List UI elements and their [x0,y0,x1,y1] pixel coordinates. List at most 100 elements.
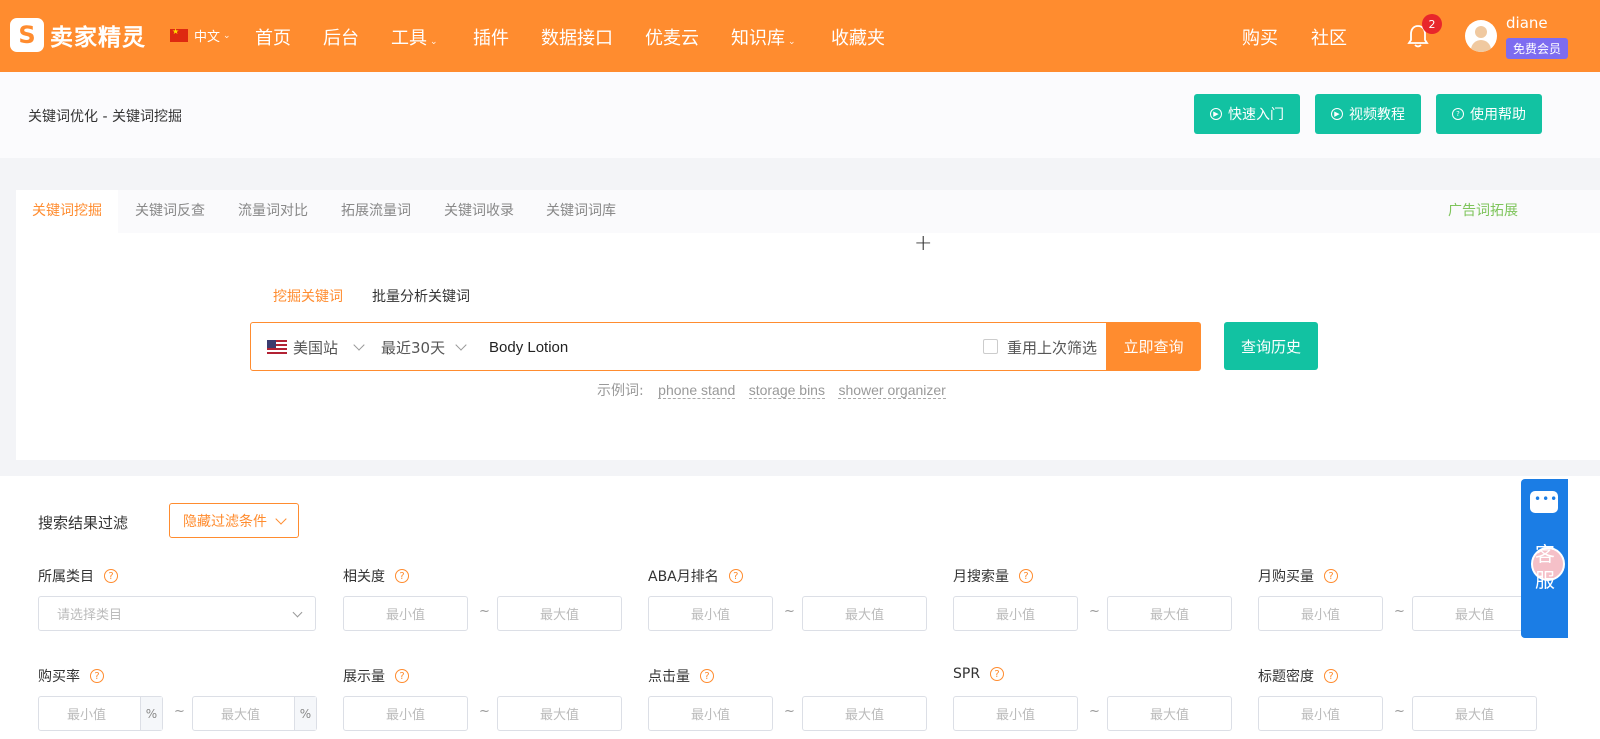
question-icon[interactable]: ? [700,669,714,683]
china-flag-icon [170,27,188,42]
nav-community[interactable]: 社区 [1311,24,1347,50]
monthly-purchase-max-input[interactable]: 最大值 [1412,596,1537,631]
filter-label-text: ABA月排名 [648,569,719,585]
relevance-min-input[interactable]: 最小值 [343,596,468,631]
help-button[interactable]: ? 使用帮助 [1436,94,1542,134]
tab-keyword-mining[interactable]: 关键词挖掘 [16,190,118,233]
nav-plugins[interactable]: 插件 [473,24,509,50]
filter-label-purchase-rate: 购买率? [38,666,104,686]
filter-label-impressions: 展示量? [343,666,409,686]
spr-min-input[interactable]: 最小值 [953,696,1078,731]
keyword-input[interactable] [489,331,969,363]
percent-suffix: % [140,697,162,730]
mode-batch-analyze[interactable]: 批量分析关键词 [372,286,470,306]
question-icon[interactable]: ? [1324,569,1338,583]
filter-label-text: 月购买量 [1258,569,1314,585]
example-keywords: 示例词: phone stand storage bins shower org… [597,380,955,400]
monthly-purchase-min-input[interactable]: 最小值 [1258,596,1383,631]
chevron-down-icon [275,512,287,525]
clicks-max-input[interactable]: 最大值 [802,696,927,731]
min-placeholder: 最小值 [67,708,107,723]
filter-label-text: 月搜索量 [953,569,1009,585]
video-tutorial-label: 视频教程 [1349,107,1405,123]
title-density-min-input[interactable]: 最小值 [1258,696,1383,731]
question-icon[interactable]: ? [90,669,104,683]
question-icon[interactable]: ? [104,569,118,583]
nav-home[interactable]: 首页 [255,24,291,50]
language-label: 中文 [194,30,221,45]
nav-knowledge[interactable]: 知识库 ⌄ [731,24,796,50]
chevron-down-icon[interactable] [353,339,365,351]
question-icon[interactable]: ? [395,569,409,583]
play-icon: ▶ [1331,108,1343,120]
crosshair-cursor-icon: + [914,231,933,256]
filter-label-text: 标题密度 [1258,669,1314,685]
purchase-rate-max-input[interactable]: 最大值 % [192,696,317,731]
nav-backend[interactable]: 后台 [323,24,359,50]
nav-tools[interactable]: 工具 ⌄ [391,24,438,50]
customer-service-widget[interactable]: 客服 [1521,479,1568,638]
period-select[interactable]: 最近30天 [381,337,445,358]
question-icon[interactable]: ? [1019,569,1033,583]
aba-rank-max-input[interactable]: 最大值 [802,596,927,631]
example-keyword[interactable]: shower organizer [838,382,946,399]
filter-label-monthly-purchase: 月购买量? [1258,566,1338,586]
notification-badge: 2 [1422,14,1442,34]
hide-filters-button[interactable]: 隐藏过滤条件 [169,503,299,538]
logo[interactable]: S 卖家精灵 [10,16,146,54]
category-select[interactable]: 请选择类目 [38,596,316,631]
example-keyword[interactable]: phone stand [658,382,736,399]
examples-label: 示例词: [597,383,644,399]
member-badge[interactable]: 免费会员 [1506,38,1569,59]
tab-traffic-compare[interactable]: 流量词对比 [222,190,324,233]
monthly-search-max-input[interactable]: 最大值 [1107,596,1232,631]
marketplace-select[interactable]: 美国站 [293,337,338,358]
chevron-down-icon: ⌄ [788,37,796,47]
nav-knowledge-label: 知识库 [731,28,785,49]
username[interactable]: diane [1506,14,1548,32]
example-keyword[interactable]: storage bins [748,382,825,399]
range-separator: ~ [1089,704,1100,719]
query-button[interactable]: 立即查询 [1106,322,1201,371]
tab-expand-traffic[interactable]: 拓展流量词 [325,190,427,233]
question-icon[interactable]: ? [990,667,1005,681]
tab-ad-keyword-expand[interactable]: 广告词拓展 [1448,190,1518,233]
filter-label-text: 相关度 [343,569,385,585]
impressions-min-input[interactable]: 最小值 [343,696,468,731]
category-placeholder: 请选择类目 [57,608,123,623]
video-tutorial-button[interactable]: ▶ 视频教程 [1315,94,1421,134]
avatar[interactable] [1465,20,1497,52]
mode-mine-keywords[interactable]: 挖掘关键词 [273,286,343,306]
question-icon[interactable]: ? [395,669,409,683]
title-density-max-input[interactable]: 最大值 [1412,696,1537,731]
spr-max-input[interactable]: 最大值 [1107,696,1232,731]
tab-keyword-indexing[interactable]: 关键词收录 [428,190,530,233]
nav-favorites[interactable]: 收藏夹 [831,24,885,50]
max-placeholder: 最大值 [221,708,261,723]
nav-youmaiyun[interactable]: 优麦云 [645,24,699,50]
chevron-down-icon[interactable] [455,339,467,351]
customer-service-label: 客服 [1535,542,1555,592]
reuse-filter-label[interactable]: 重用上次筛选 [1007,337,1097,358]
tab-keyword-library[interactable]: 关键词词库 [530,190,632,233]
impressions-max-input[interactable]: 最大值 [497,696,622,731]
tab-reverse-lookup[interactable]: 关键词反查 [119,190,221,233]
reuse-filter-checkbox[interactable] [983,339,998,354]
nav-data-api[interactable]: 数据接口 [541,24,613,50]
nav-buy[interactable]: 购买 [1242,24,1278,50]
quick-start-button[interactable]: ▶ 快速入门 [1194,94,1300,134]
relevance-max-input[interactable]: 最大值 [497,596,622,631]
query-history-button[interactable]: 查询历史 [1224,322,1318,370]
logo-icon: S [10,18,44,52]
range-separator: ~ [174,704,185,719]
monthly-search-min-input[interactable]: 最小值 [953,596,1078,631]
us-flag-icon [267,340,287,354]
purchase-rate-min-input[interactable]: 最小值 % [38,696,163,731]
question-icon[interactable]: ? [1324,669,1338,683]
aba-rank-min-input[interactable]: 最小值 [648,596,773,631]
filter-label-monthly-search: 月搜索量? [953,566,1033,586]
breadcrumb: 关键词优化 - 关键词挖掘 [28,109,182,125]
clicks-min-input[interactable]: 最小值 [648,696,773,731]
question-icon[interactable]: ? [728,569,743,583]
language-switcher[interactable]: 中文 ⌄ [170,26,231,45]
